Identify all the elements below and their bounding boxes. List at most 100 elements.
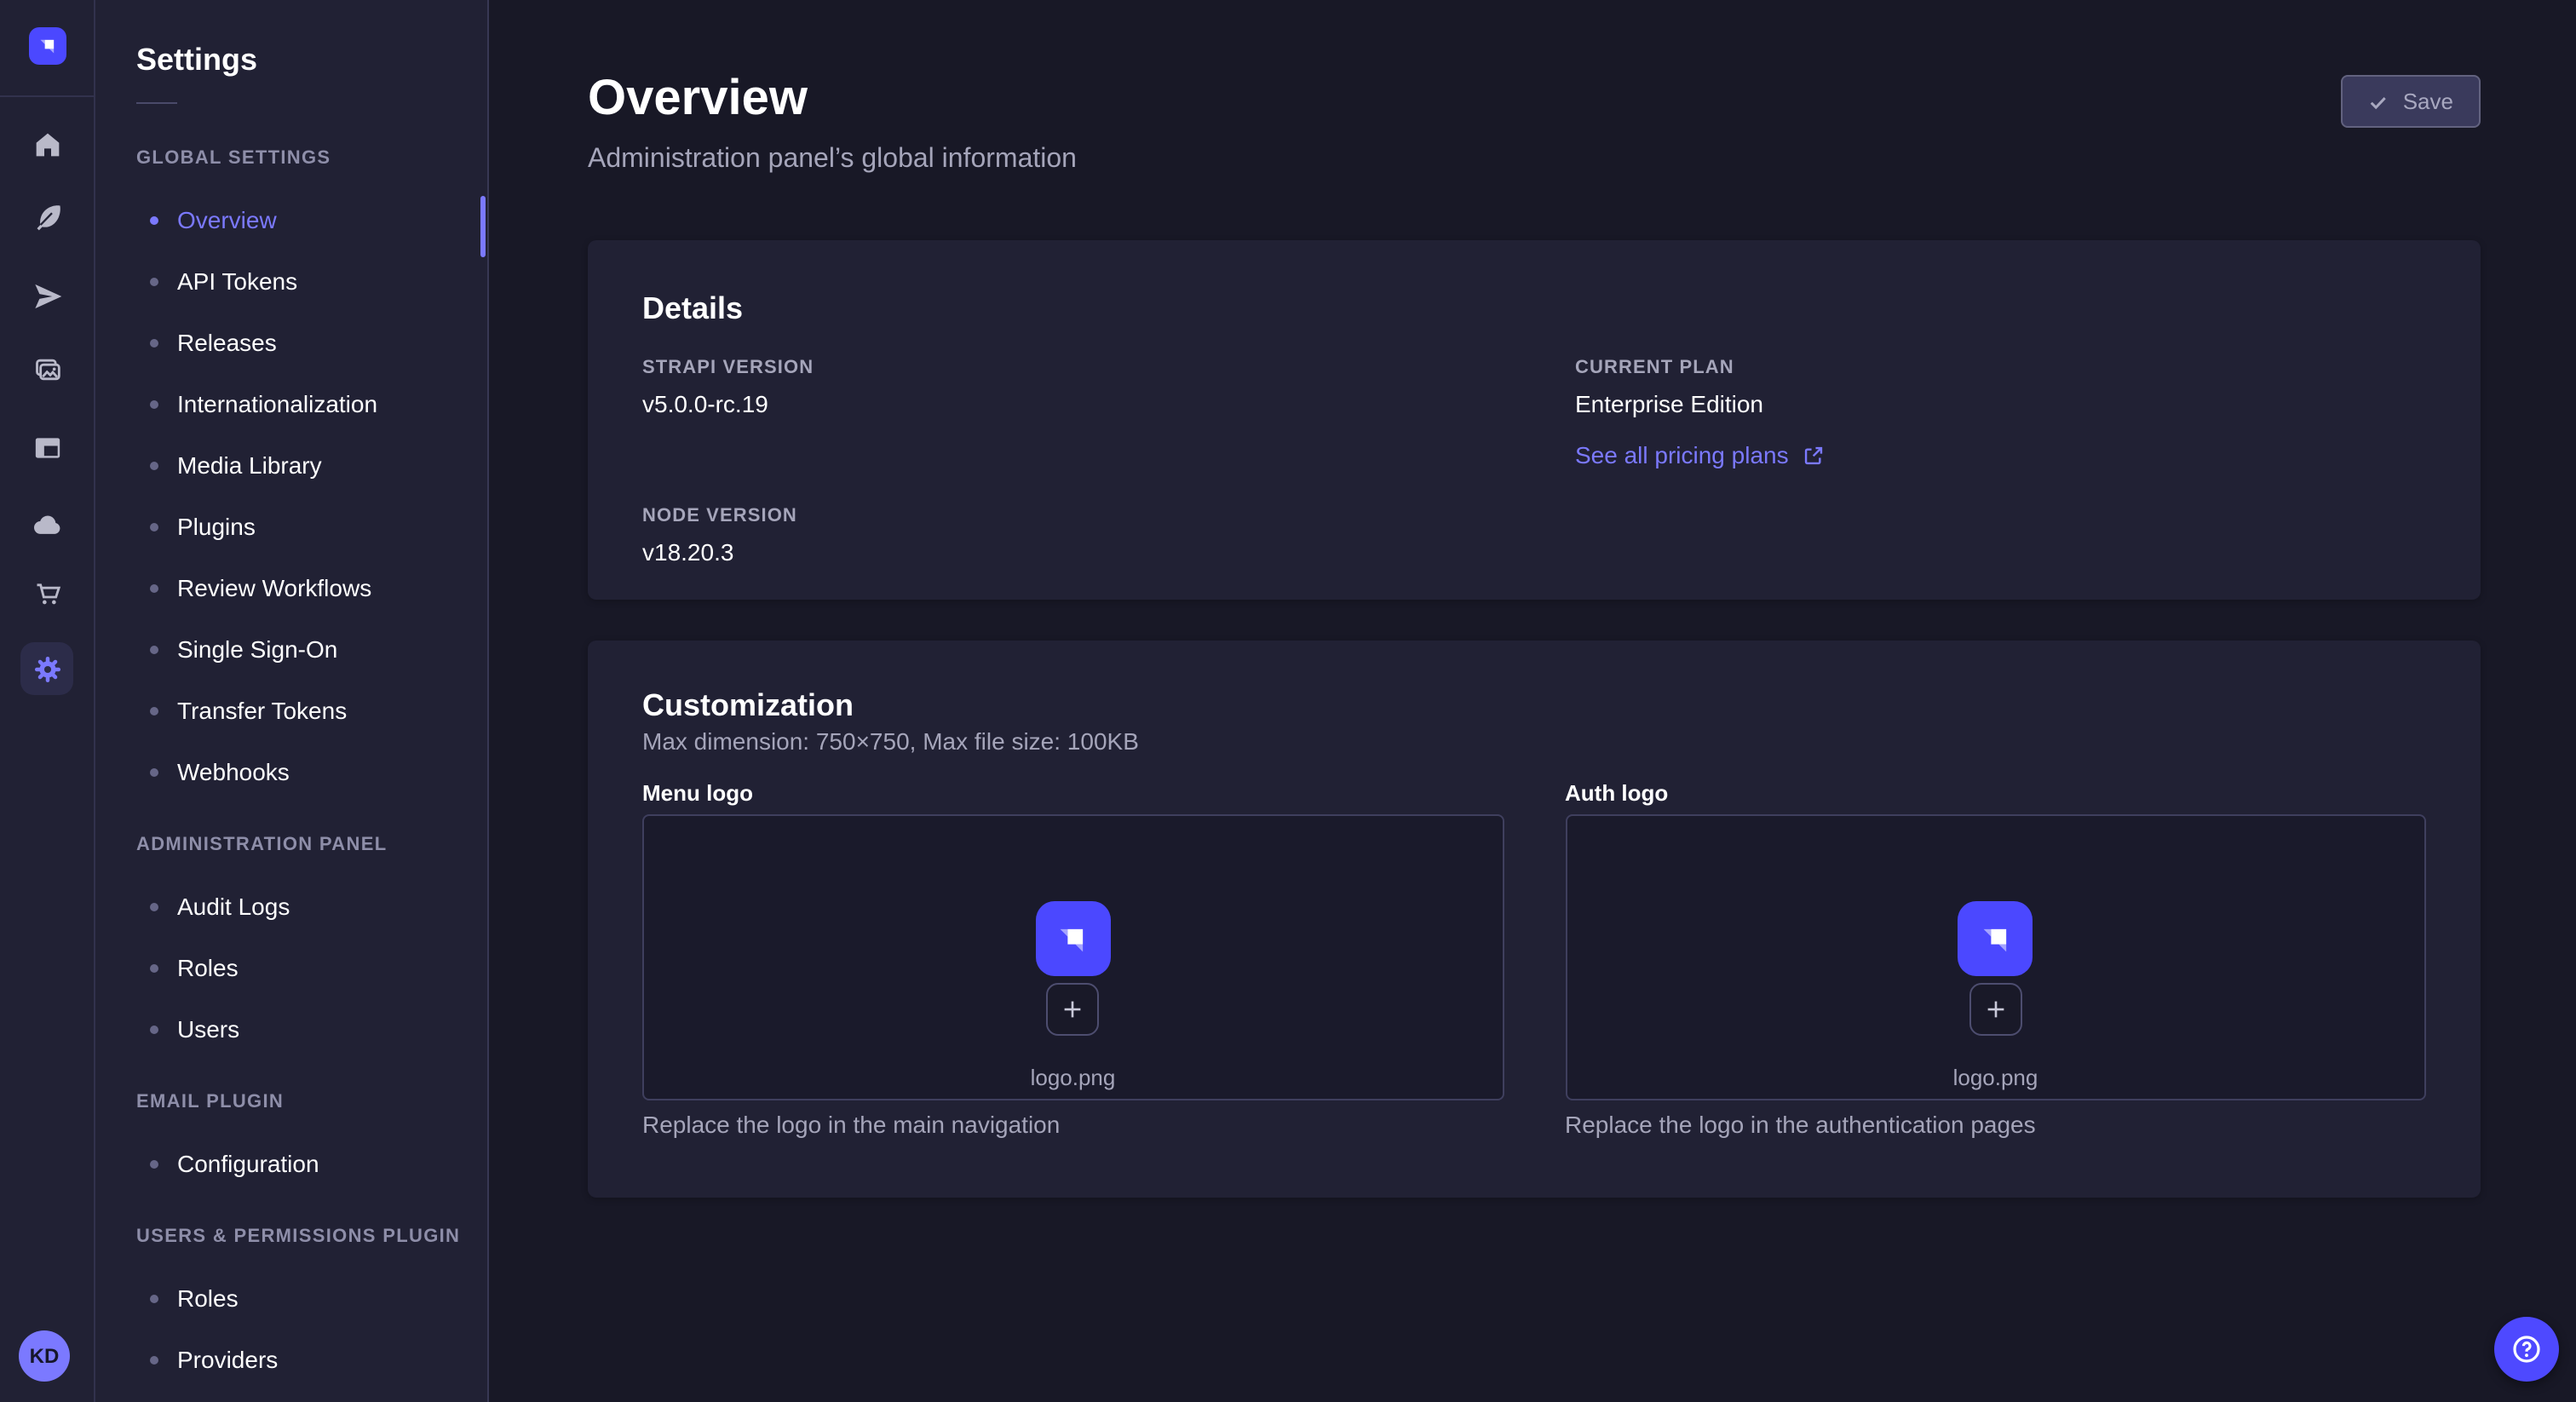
page-subtitle: Administration panel’s global informatio… bbox=[588, 145, 2481, 175]
subnav-list: GLOBAL SETTINGS Overview API Tokens Rele… bbox=[95, 128, 487, 1390]
sidebar-item-providers[interactable]: Providers bbox=[95, 1329, 487, 1390]
sidebar-item-plugins[interactable]: Plugins bbox=[95, 496, 487, 557]
avatar[interactable]: KD bbox=[19, 1330, 70, 1382]
upload-hint: Replace the logo in the authentication p… bbox=[1565, 1111, 2426, 1138]
layout-icon[interactable] bbox=[31, 431, 65, 465]
auth-logo-dropzone[interactable]: logo.png bbox=[1565, 814, 2426, 1100]
bullet-icon bbox=[150, 963, 158, 972]
field-label: CURRENT PLAN bbox=[1575, 358, 2426, 380]
sidebar-item-audit-logs[interactable]: Audit Logs bbox=[95, 876, 487, 937]
sidebar-item-single-sign-on[interactable]: Single Sign-On bbox=[95, 618, 487, 680]
sidebar-item-label: Audit Logs bbox=[177, 893, 290, 920]
logo-filename: logo.png bbox=[1031, 1065, 1116, 1092]
sidebar-item-admin-roles[interactable]: Roles bbox=[95, 937, 487, 998]
sidebar-item-configuration[interactable]: Configuration bbox=[95, 1133, 487, 1194]
help-button[interactable] bbox=[2494, 1317, 2559, 1382]
pricing-plans-link-label: See all pricing plans bbox=[1575, 441, 1789, 468]
sidebar-item-releases[interactable]: Releases bbox=[95, 312, 487, 373]
bullet-icon bbox=[150, 338, 158, 347]
main-content: Overview Administration panel’s global i… bbox=[489, 0, 2576, 1402]
bullet-icon bbox=[150, 767, 158, 776]
menu-logo-preview bbox=[1036, 901, 1111, 976]
field-label: NODE VERSION bbox=[642, 506, 1493, 528]
current-plan-field: CURRENT PLAN Enterprise Edition bbox=[1575, 358, 2426, 421]
page-header: Overview Administration panel’s global i… bbox=[588, 73, 2481, 175]
external-link-icon bbox=[1803, 444, 1825, 466]
bullet-icon bbox=[150, 399, 158, 408]
details-card: Details STRAPI VERSION v5.0.0-rc.19 NODE… bbox=[588, 240, 2481, 600]
bullet-icon bbox=[150, 277, 158, 285]
strapi-version-field: STRAPI VERSION v5.0.0-rc.19 bbox=[642, 358, 1493, 421]
field-value: v18.20.3 bbox=[642, 535, 1493, 569]
sidebar-item-api-tokens[interactable]: API Tokens bbox=[95, 250, 487, 312]
sidebar-item-review-workflows[interactable]: Review Workflows bbox=[95, 557, 487, 618]
strapi-logo-icon bbox=[1973, 916, 2019, 962]
plus-icon bbox=[1061, 997, 1086, 1022]
sidebar-item-up-roles[interactable]: Roles bbox=[95, 1267, 487, 1329]
sidebar-item-overview[interactable]: Overview bbox=[95, 189, 487, 250]
save-button[interactable]: Save bbox=[2342, 75, 2481, 128]
section-label: USERS & PERMISSIONS PLUGIN bbox=[95, 1206, 487, 1267]
customization-card-title: Customization bbox=[642, 688, 2426, 724]
bullet-icon bbox=[150, 215, 158, 224]
bullet-icon bbox=[150, 1355, 158, 1364]
section-label: EMAIL PLUGIN bbox=[95, 1072, 487, 1133]
sidebar-item-users[interactable]: Users bbox=[95, 998, 487, 1060]
settings-subnav: Settings GLOBAL SETTINGS Overview API To… bbox=[95, 0, 489, 1402]
cloud-icon[interactable] bbox=[31, 508, 65, 542]
subnav-scrollbar-thumb[interactable] bbox=[480, 196, 486, 257]
section-label: GLOBAL SETTINGS bbox=[95, 128, 487, 189]
section-label: ADMINISTRATION PANEL bbox=[95, 814, 487, 876]
pricing-plans-link[interactable]: See all pricing plans bbox=[1575, 441, 1825, 468]
page-title: Overview bbox=[588, 73, 2481, 124]
main-nav-rail: KD bbox=[0, 0, 95, 1402]
add-logo-button[interactable] bbox=[1969, 983, 2022, 1036]
strapi-logo[interactable] bbox=[29, 27, 66, 65]
sidebar-item-label: Users bbox=[177, 1015, 239, 1043]
logo-filename: logo.png bbox=[1953, 1065, 2038, 1092]
sidebar-item-label: Roles bbox=[177, 1284, 239, 1312]
paper-plane-icon[interactable] bbox=[31, 279, 65, 313]
sidebar-item-internationalization[interactable]: Internationalization bbox=[95, 373, 487, 434]
section-users-permissions-plugin: USERS & PERMISSIONS PLUGIN Roles Provide… bbox=[95, 1206, 487, 1390]
details-left-column: STRAPI VERSION v5.0.0-rc.19 NODE VERSION… bbox=[642, 358, 1493, 569]
sidebar-item-media-library[interactable]: Media Library bbox=[95, 434, 487, 496]
sidebar-item-label: Single Sign-On bbox=[177, 635, 337, 663]
details-right-column: CURRENT PLAN Enterprise Edition See all … bbox=[1575, 358, 2426, 569]
details-card-title: Details bbox=[642, 291, 2426, 327]
bullet-icon bbox=[150, 706, 158, 715]
feather-icon[interactable] bbox=[31, 201, 65, 235]
field-label: STRAPI VERSION bbox=[642, 358, 1493, 380]
check-icon bbox=[2369, 91, 2389, 112]
question-mark-icon bbox=[2510, 1332, 2544, 1366]
save-button-label: Save bbox=[2403, 89, 2453, 114]
bullet-icon bbox=[150, 583, 158, 592]
add-logo-button[interactable] bbox=[1047, 983, 1100, 1036]
home-icon[interactable] bbox=[31, 128, 65, 162]
sidebar-item-label: Media Library bbox=[177, 451, 322, 479]
upload-label: Auth logo bbox=[1565, 779, 2426, 807]
gear-icon[interactable] bbox=[20, 642, 73, 695]
sidebar-item-label: Transfer Tokens bbox=[177, 697, 347, 724]
sidebar-item-label: Configuration bbox=[177, 1150, 319, 1177]
sidebar-item-transfer-tokens[interactable]: Transfer Tokens bbox=[95, 680, 487, 741]
auth-logo-uploader: Auth logo bbox=[1565, 756, 2426, 1138]
menu-logo-dropzone[interactable]: logo.png bbox=[642, 814, 1504, 1100]
media-library-icon[interactable] bbox=[31, 353, 65, 387]
field-value: Enterprise Edition bbox=[1575, 387, 2426, 421]
subnav-divider bbox=[136, 102, 177, 104]
section-administration-panel: ADMINISTRATION PANEL Audit Logs Roles Us… bbox=[95, 814, 487, 1060]
sidebar-item-label: Providers bbox=[177, 1346, 278, 1373]
sidebar-item-label: Internationalization bbox=[177, 390, 377, 417]
sidebar-item-webhooks[interactable]: Webhooks bbox=[95, 741, 487, 802]
bullet-icon bbox=[150, 1025, 158, 1033]
sidebar-item-label: Review Workflows bbox=[177, 574, 371, 601]
sidebar-item-label: Plugins bbox=[177, 513, 256, 540]
node-version-field: NODE VERSION v18.20.3 bbox=[642, 506, 1493, 569]
customization-card-subtitle: Max dimension: 750×750, Max file size: 1… bbox=[642, 727, 2426, 756]
cart-icon[interactable] bbox=[31, 576, 65, 610]
bullet-icon bbox=[150, 461, 158, 469]
rail-divider bbox=[0, 95, 94, 97]
sidebar-item-label: Roles bbox=[177, 954, 239, 981]
bullet-icon bbox=[150, 645, 158, 653]
